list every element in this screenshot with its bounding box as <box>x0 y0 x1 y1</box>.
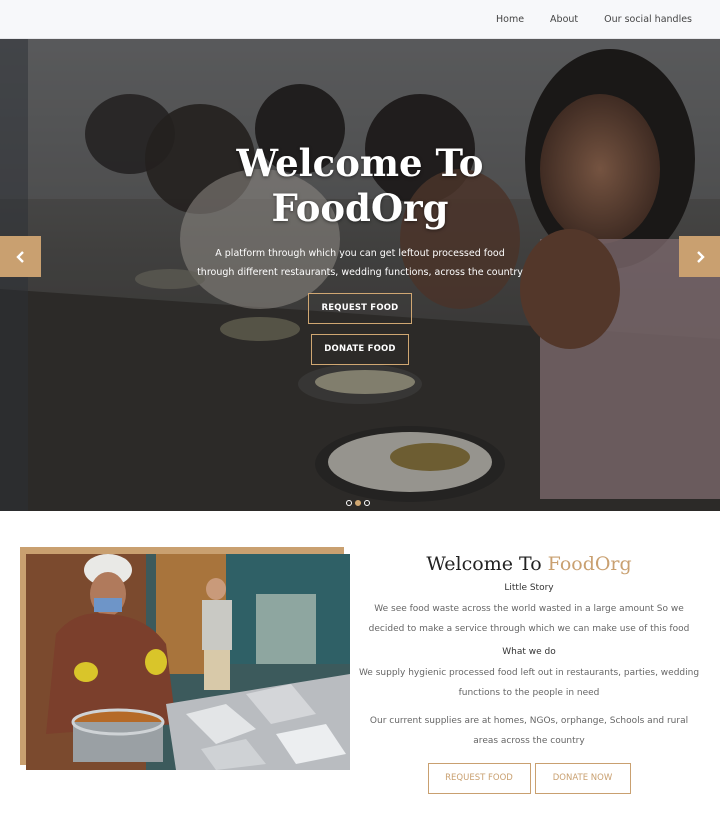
about-text-block: Welcome To FoodOrg Little Story We see f… <box>358 551 700 794</box>
about-title-prefix: Welcome To <box>426 553 548 575</box>
about-title-brand: FoodOrg <box>547 553 632 575</box>
hero-title-line-2: FoodOrg <box>271 186 449 230</box>
nav-links: Home About Our social handles <box>496 0 692 39</box>
little-story-heading: Little Story <box>504 583 554 593</box>
hero-subtitle: A platform through which you can get lef… <box>0 244 720 282</box>
chevron-right-icon <box>696 250 705 263</box>
what-we-do-heading: What we do <box>502 647 556 657</box>
hero-subtitle-line-1: A platform through which you can get lef… <box>215 248 505 259</box>
hero-title: Welcome To FoodOrg <box>0 141 720 231</box>
nav-link-social-handles[interactable]: Our social handles <box>604 14 692 25</box>
nav-link-about[interactable]: About <box>550 14 578 25</box>
top-navbar: Home About Our social handles <box>0 0 720 39</box>
cook-photo <box>26 554 350 770</box>
carousel-next-button[interactable] <box>679 236 720 277</box>
carousel-indicators <box>346 500 370 506</box>
hero-subtitle-line-2: through different restaurants, wedding f… <box>197 267 523 278</box>
carousel-dot-3[interactable] <box>364 500 370 506</box>
little-story-text: We see food waste across the world waste… <box>368 604 690 634</box>
hero-donate-food-button[interactable]: DONATE FOOD <box>311 334 409 365</box>
what-we-do-text: We supply hygienic processed food left o… <box>358 668 700 698</box>
chevron-left-icon <box>15 250 24 263</box>
hero-carousel: Welcome To FoodOrg A platform through wh… <box>0 39 720 511</box>
nav-link-home[interactable]: Home <box>496 14 524 25</box>
about-title: Welcome To FoodOrg <box>358 551 700 577</box>
carousel-dot-2[interactable] <box>355 500 361 506</box>
about-request-food-button[interactable]: REQUEST FOOD <box>427 763 531 794</box>
supplies-text: Our current supplies are at homes, NGOs,… <box>369 716 689 746</box>
about-donate-now-button[interactable]: DONATE NOW <box>534 763 631 794</box>
about-section: Welcome To FoodOrg Little Story We see f… <box>0 511 720 828</box>
hero-request-food-button[interactable]: REQUEST FOOD <box>308 293 412 324</box>
carousel-dot-1[interactable] <box>346 500 352 506</box>
about-button-group: REQUEST FOOD DONATE NOW <box>358 763 700 794</box>
carousel-prev-button[interactable] <box>0 236 41 277</box>
hero-title-line-1: Welcome To <box>236 141 484 185</box>
hero-content: Welcome To FoodOrg A platform through wh… <box>0 141 720 365</box>
